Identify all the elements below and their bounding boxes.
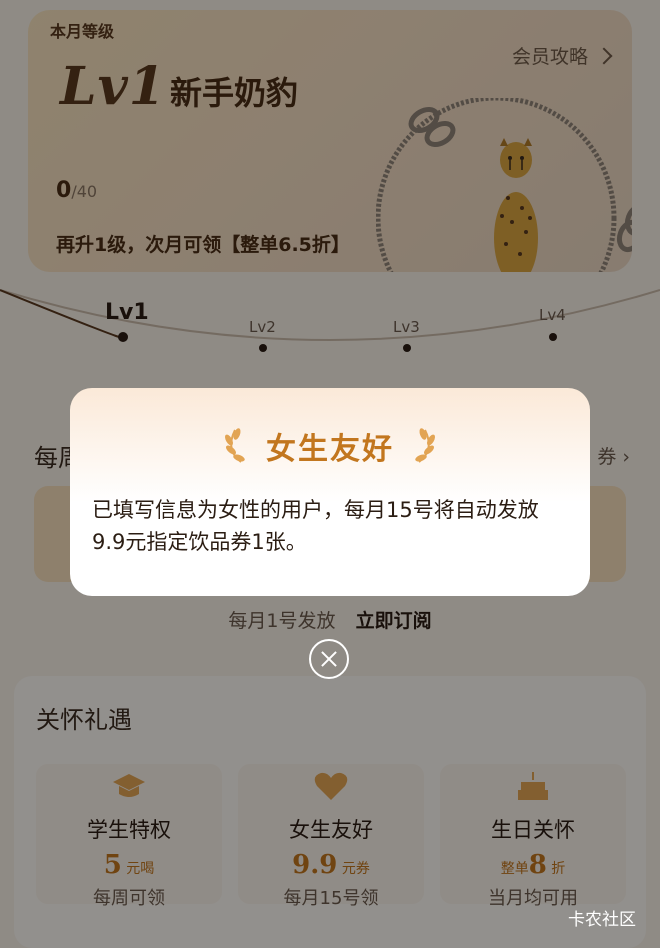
- modal-title: 女生友好: [266, 432, 394, 467]
- modal-body-text: 已填写信息为女性的用户，每月15号将自动发放9.9元指定饮品券1张。: [92, 498, 539, 554]
- laurel-left-icon: [224, 428, 245, 463]
- modal-header: 女生友好: [70, 424, 590, 468]
- close-icon[interactable]: [309, 639, 349, 679]
- watermark: 卡农社区: [568, 910, 636, 930]
- laurel-right-icon: [415, 428, 436, 463]
- female-friendly-modal: 女生友好 已填写信息为女性的用户，每月15号将自动发放9.9元指定饮品券1张。: [70, 388, 590, 596]
